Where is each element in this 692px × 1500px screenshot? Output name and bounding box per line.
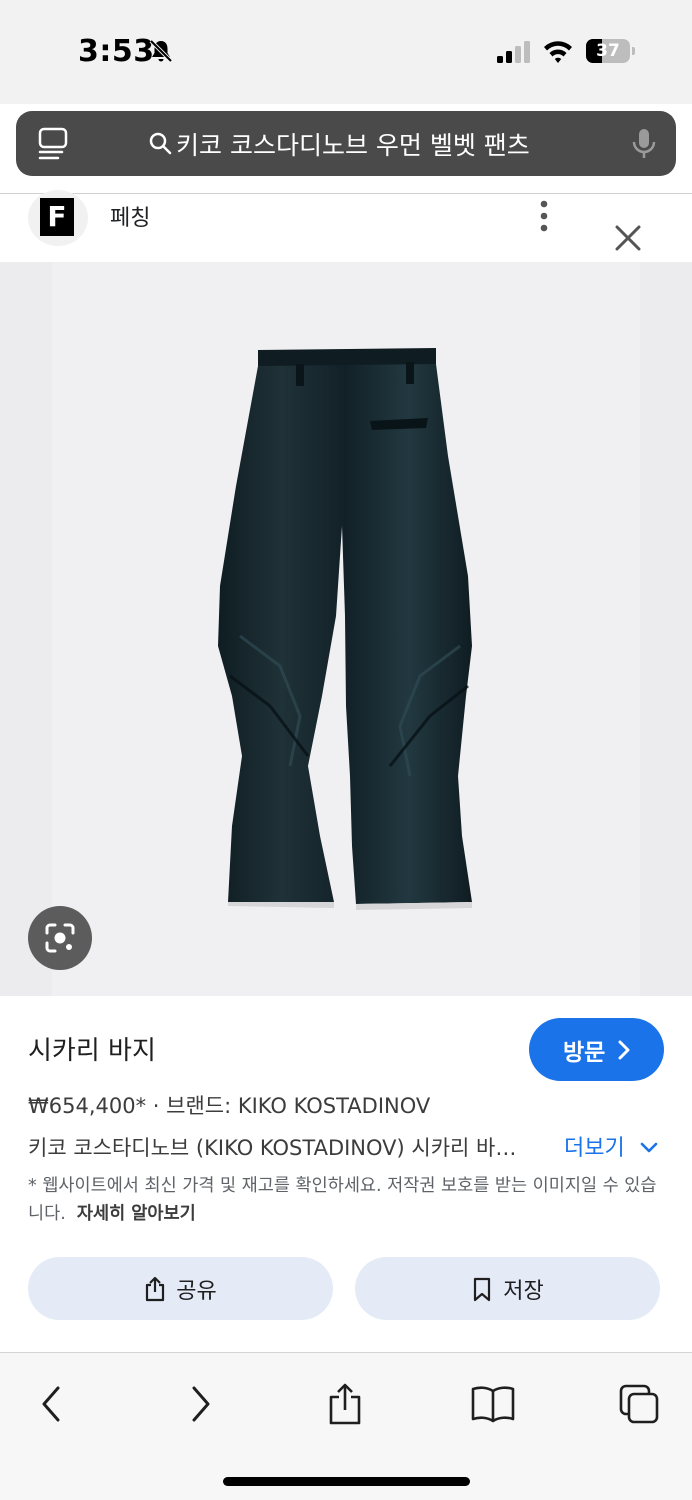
- mic-icon[interactable]: [630, 127, 658, 161]
- forward-icon[interactable]: [188, 1383, 214, 1425]
- share-icon: [146, 1276, 165, 1301]
- visit-button[interactable]: 방문: [529, 1018, 664, 1081]
- tabs-icon[interactable]: [618, 1383, 660, 1425]
- bell-slash-icon: [149, 39, 173, 63]
- price-brand-line: ₩654,400* · 브랜드: KIKO KOSTADINOV: [28, 1094, 431, 1118]
- battery-icon: 37: [586, 39, 635, 63]
- bookmark-icon: [474, 1277, 491, 1301]
- product-details: 시카리 바지 방문 ₩654,400* · 브랜드: KIKO KOSTADIN…: [0, 996, 692, 1350]
- close-icon[interactable]: [612, 222, 644, 254]
- bookmarks-icon[interactable]: [470, 1383, 516, 1425]
- visit-button-label: 방문: [563, 1040, 606, 1066]
- save-button-label: 저장: [503, 1278, 544, 1304]
- chevron-right-icon: [618, 1040, 630, 1060]
- home-indicator: [223, 1477, 470, 1486]
- source-logo-letter: F: [40, 198, 74, 236]
- product-description: 키코 코스타디노브 (KIKO KOSTADINOV) 시카리 바…: [28, 1136, 517, 1160]
- search-query[interactable]: 키코 코스다디노브 우먼 벨벳 팬츠: [176, 126, 530, 162]
- more-options-icon[interactable]: [538, 200, 550, 232]
- status-bar: 3:53 37: [0, 0, 692, 104]
- battery-level: 37: [596, 41, 620, 61]
- wifi-icon: [544, 41, 572, 63]
- more-link[interactable]: 더보기: [564, 1130, 625, 1162]
- signal-icon: [497, 41, 530, 63]
- source-name[interactable]: 페칭: [110, 200, 150, 232]
- lens-button[interactable]: [28, 906, 92, 970]
- source-logo[interactable]: F: [28, 190, 88, 246]
- product-image[interactable]: [210, 346, 480, 926]
- share-icon[interactable]: [326, 1383, 364, 1425]
- product-image-area: [0, 262, 692, 996]
- browser-toolbar: [0, 1352, 692, 1500]
- address-search-bar[interactable]: 키코 코스다디노브 우먼 벨벳 팬츠: [16, 111, 676, 176]
- learn-more-link[interactable]: 자세히 알아보기: [77, 1204, 196, 1224]
- share-button[interactable]: 공유: [28, 1257, 333, 1320]
- back-icon[interactable]: [38, 1383, 64, 1425]
- source-header: F 페칭: [0, 190, 692, 262]
- camera-search-icon: [45, 923, 75, 953]
- copyright-notice: * 웹사이트에서 최신 가격 및 재고를 확인하세요. 저작권 보호를 받는 이…: [28, 1172, 672, 1228]
- share-button-label: 공유: [176, 1278, 217, 1304]
- product-title: 시카리 바지: [28, 1036, 156, 1066]
- tabs-icon[interactable]: [38, 127, 68, 161]
- status-time: 3:53: [78, 34, 155, 69]
- save-button[interactable]: 저장: [355, 1257, 660, 1320]
- search-icon: [149, 132, 172, 155]
- chevron-down-icon[interactable]: [640, 1142, 658, 1154]
